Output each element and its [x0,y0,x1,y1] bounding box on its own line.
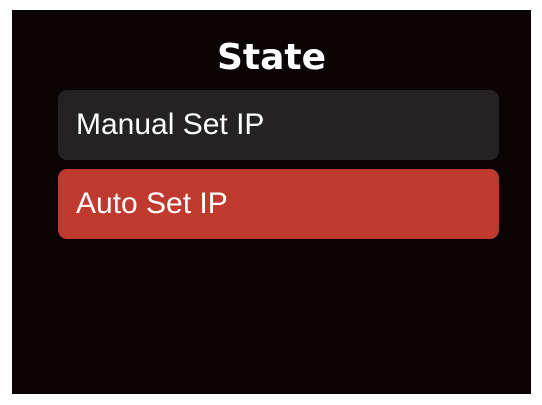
menu-item-label: Manual Set IP [76,108,265,141]
device-screen: State Manual Set IP Auto Set IP [12,10,531,394]
menu-item-manual-set-ip[interactable]: Manual Set IP [58,90,499,160]
menu-item-auto-set-ip[interactable]: Auto Set IP [58,169,499,239]
menu-item-label: Auto Set IP [76,187,228,220]
page-title: State [216,37,327,78]
